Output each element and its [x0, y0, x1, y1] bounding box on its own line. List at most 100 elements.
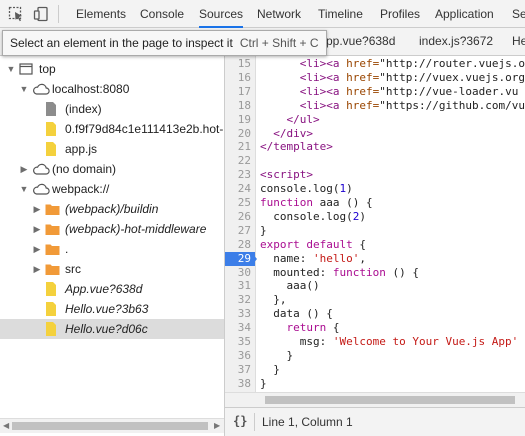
tab-application[interactable]: Application [435, 0, 494, 28]
code-line[interactable]: </template> [260, 140, 333, 154]
navigator-item[interactable]: Hello.vue?d06c [0, 319, 224, 339]
breakpoint-arrow [251, 251, 257, 266]
code-line[interactable]: aaa() [260, 279, 319, 293]
scroll-left-icon[interactable]: ◀ [3, 419, 9, 433]
navigator-item[interactable]: ▶ (webpack)-hot-middleware [0, 219, 224, 239]
line-number[interactable]: 30 [225, 266, 255, 280]
navigator-item-label: (webpack)-hot-middleware [65, 222, 207, 236]
line-number[interactable]: 34 [225, 321, 255, 335]
code-line[interactable]: <li><a href="https://github.com/vu [260, 99, 525, 113]
code-line[interactable]: msg: 'Welcome to Your Vue.js App' [260, 335, 519, 349]
code-line[interactable]: export default { [260, 238, 366, 252]
tab-profiles[interactable]: Profiles [380, 0, 420, 28]
tooltip-shortcut: Ctrl + Shift + C [239, 36, 319, 50]
code-line[interactable]: name: 'hello', [260, 252, 366, 266]
navigator-item[interactable]: ▶ (no domain) [0, 159, 224, 179]
code-line[interactable]: }, [260, 293, 286, 307]
line-number[interactable]: 24 [225, 182, 255, 196]
line-number[interactable]: 37 [225, 363, 255, 377]
scrollbar-thumb[interactable] [12, 422, 208, 430]
line-number[interactable]: 22 [225, 154, 255, 168]
file-tab-hello-vue[interactable]: He [512, 28, 525, 55]
navigator-item[interactable]: ▼ localhost:8080 [0, 79, 224, 99]
tab-elements[interactable]: Elements [76, 0, 126, 28]
code-line[interactable]: return { [260, 321, 340, 335]
pretty-print-button[interactable]: {} [233, 414, 247, 428]
expand-arrow-right-icon[interactable]: ▶ [32, 239, 42, 259]
navigator-item[interactable]: ▶ (webpack)/buildin [0, 199, 224, 219]
toolbar-separator [58, 5, 59, 23]
scroll-right-icon[interactable]: ▶ [214, 419, 220, 433]
code-line[interactable]: } [260, 224, 267, 238]
code-line[interactable]: <li><a href="http://vuex.vuejs.org [260, 71, 525, 85]
script-file-icon [45, 322, 57, 342]
code-line[interactable]: console.log(1) [260, 182, 353, 196]
code-line[interactable]: } [260, 377, 267, 391]
code-editor[interactable]: 15 16 17 18 19 20 21 22 23 24 25 26 27 28 29 30 31 32 33 34… [225, 56, 525, 392]
navigator-item-label: app.js [65, 142, 98, 156]
tab-timeline[interactable]: Timeline [318, 0, 363, 28]
navigator-item[interactable]: Hello.vue?3b63 [0, 299, 224, 319]
navigator-item-label: (webpack)/buildin [65, 202, 159, 216]
expand-arrow-right-icon[interactable]: ▶ [19, 159, 29, 179]
expand-arrow-right-icon[interactable]: ▶ [32, 199, 42, 219]
line-number[interactable]: 18 [225, 99, 255, 113]
tab-network[interactable]: Network [257, 0, 301, 28]
expand-arrow-right-icon[interactable]: ▶ [32, 219, 42, 239]
tab-security[interactable]: Se [512, 0, 525, 28]
code-line[interactable]: console.log(2) [260, 210, 366, 224]
navigator-item[interactable]: App.vue?638d [0, 279, 224, 299]
line-number[interactable]: 31 [225, 279, 255, 293]
code-line[interactable]: data () { [260, 307, 333, 321]
navigator-item-label: . [65, 242, 69, 256]
navigator-item[interactable]: ▼ webpack:// [0, 179, 224, 199]
code-line[interactable]: } [260, 363, 280, 377]
inspect-element-icon[interactable] [8, 6, 24, 22]
tab-console[interactable]: Console [140, 0, 184, 28]
line-number[interactable]: 36 [225, 349, 255, 363]
code-line[interactable]: </ul> [260, 113, 320, 127]
file-tab-app-vue[interactable]: App.vue?638d [318, 28, 395, 55]
code-line[interactable]: mounted: function () { [260, 266, 419, 280]
line-number[interactable]: 32 [225, 293, 255, 307]
navigator-item[interactable]: ▼ top [0, 59, 224, 79]
code-line[interactable]: </div> [260, 127, 313, 141]
navigator-item[interactable]: app.js [0, 139, 224, 159]
navigator-item[interactable]: 0.f9f79d84c1e111413e2b.hot-u [0, 119, 224, 139]
line-number[interactable]: 26 [225, 210, 255, 224]
navigator-item[interactable]: (index) [0, 99, 224, 119]
expand-arrow-down-icon[interactable]: ▼ [19, 79, 29, 99]
line-number[interactable]: 27 [225, 224, 255, 238]
expand-arrow-down-icon[interactable]: ▼ [6, 59, 16, 79]
line-number-gutter[interactable]: 15 16 17 18 19 20 21 22 23 24 25 26 27 28 29 30 31 32 33 34… [225, 56, 257, 392]
line-number[interactable]: 20 [225, 127, 255, 141]
scrollbar-thumb[interactable] [265, 396, 515, 404]
file-tab-index-js[interactable]: index.js?3672 [419, 28, 493, 55]
tab-sources[interactable]: Sources [199, 0, 244, 28]
line-number[interactable]: 33 [225, 307, 255, 321]
line-number[interactable]: 17 [225, 85, 255, 99]
line-number[interactable]: 25 [225, 196, 255, 210]
code-line[interactable]: <li><a href="http://router.vuejs.o [260, 57, 525, 71]
line-number[interactable]: 35 [225, 335, 255, 349]
line-number[interactable]: 28 [225, 238, 255, 252]
navigator-horizontal-scrollbar[interactable]: ◀ ▶ [0, 418, 224, 433]
navigator-item[interactable]: ▶ src [0, 259, 224, 279]
line-number[interactable]: 23 [225, 168, 255, 182]
file-navigator: ▼ top ▼ localhost:8080 (index) 0.f9f79d84c1e1… [0, 56, 224, 418]
line-number[interactable]: 19 [225, 113, 255, 127]
device-toolbar-icon[interactable] [33, 6, 49, 22]
code-line[interactable]: <script> [260, 168, 313, 182]
line-number[interactable]: 21 [225, 140, 255, 154]
navigator-item[interactable]: ▶. [0, 239, 224, 259]
line-number[interactable]: 16 [225, 71, 255, 85]
line-number[interactable]: 38 [225, 377, 255, 391]
line-number[interactable]: 15 [225, 57, 255, 71]
code-line[interactable]: function aaa () { [260, 196, 373, 210]
expand-arrow-down-icon[interactable]: ▼ [19, 179, 29, 199]
navigator-item-label: Hello.vue?3b63 [65, 302, 149, 316]
code-line[interactable]: <li><a href="http://vue-loader.vu [260, 85, 519, 99]
editor-horizontal-scrollbar[interactable] [225, 392, 525, 407]
code-line[interactable]: } [260, 349, 293, 363]
expand-arrow-right-icon[interactable]: ▶ [32, 259, 42, 279]
